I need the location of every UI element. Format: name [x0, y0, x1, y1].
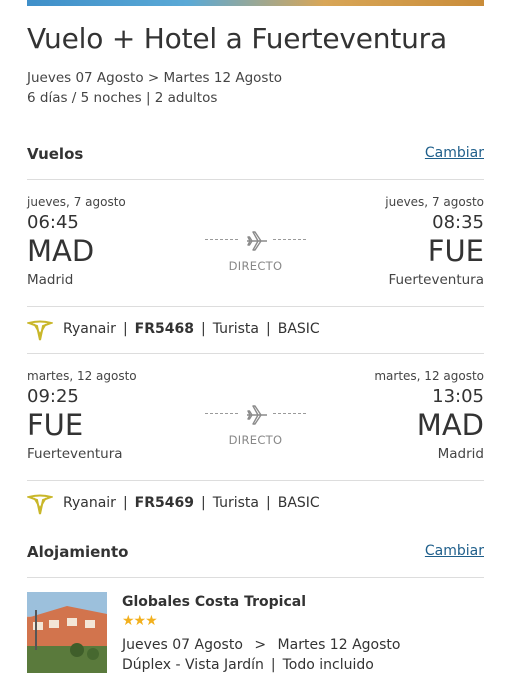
divider: [27, 179, 484, 180]
route-dash-right: [273, 239, 306, 240]
departure-city: Madrid: [27, 272, 74, 288]
departure-date: martes, 12 agosto: [27, 369, 137, 383]
route-dash-right: [273, 413, 306, 414]
divider: [27, 306, 484, 307]
check-out-date: Martes 12 Agosto: [277, 637, 401, 653]
header-banner-image: [27, 0, 484, 6]
departure-time: 06:45: [27, 212, 79, 233]
plane-icon: [247, 231, 267, 251]
arrival-date: martes, 12 agosto: [374, 369, 484, 383]
fare-type: BASIC: [277, 321, 320, 337]
cabin-class: Turista: [212, 495, 259, 511]
accommodation-section-title: Alojamiento: [27, 543, 129, 561]
arrival-city: Madrid: [437, 446, 484, 462]
hotel-stay-dates: Jueves 07 Agosto > Martes 12 Agosto: [122, 637, 400, 653]
page-title: Vuelo + Hotel a Fuerteventura: [27, 22, 447, 55]
arrival-date: jueves, 7 agosto: [385, 195, 484, 209]
flight-number: FR5469: [134, 495, 194, 511]
change-flights-link[interactable]: Cambiar: [425, 145, 484, 161]
arrival-airport-code: MAD: [416, 408, 484, 442]
hotel-room-details: Dúplex - Vista Jardín | Todo incluido: [122, 657, 374, 673]
divider: [27, 353, 484, 354]
cabin-class: Turista: [212, 321, 259, 337]
hotel-photo-illustration: [27, 592, 107, 673]
arrival-time: 13:05: [432, 386, 484, 407]
flight-number: FR5468: [134, 321, 194, 337]
direct-flight-label: DIRECTO: [228, 259, 283, 273]
departure-airport-code: MAD: [27, 234, 95, 268]
board-type: Todo incluido: [282, 657, 374, 673]
trip-dates: Jueves 07 Agosto > Martes 12 Agosto: [27, 70, 282, 86]
plane-icon: [247, 405, 267, 425]
departure-date: jueves, 7 agosto: [27, 195, 126, 209]
room-type: Dúplex - Vista Jardín: [122, 657, 264, 673]
departure-time: 09:25: [27, 386, 79, 407]
departure-airport-code: FUE: [27, 408, 84, 442]
airline-name: Ryanair: [63, 321, 116, 337]
ryanair-logo-icon: [27, 320, 53, 341]
hotel-star-rating: ★★★: [122, 613, 158, 629]
direct-flight-label: DIRECTO: [228, 433, 283, 447]
divider: [27, 480, 484, 481]
hotel-name[interactable]: Globales Costa Tropical: [122, 594, 306, 610]
arrival-time: 08:35: [432, 212, 484, 233]
route-dash-left: [205, 239, 238, 240]
change-accommodation-link[interactable]: Cambiar: [425, 543, 484, 559]
arrival-airport-code: FUE: [427, 234, 484, 268]
arrival-city: Fuerteventura: [388, 272, 484, 288]
hotel-photo[interactable]: [27, 592, 107, 673]
trip-summary: 6 días / 5 noches | 2 adultos: [27, 90, 218, 106]
check-in-date: Jueves 07 Agosto: [122, 637, 243, 653]
ryanair-logo-icon: [27, 494, 53, 515]
departure-city: Fuerteventura: [27, 446, 123, 462]
date-arrow: >: [254, 637, 267, 653]
airline-name: Ryanair: [63, 495, 116, 511]
divider: [27, 577, 484, 578]
flights-section-title: Vuelos: [27, 145, 84, 163]
fare-type: BASIC: [277, 495, 320, 511]
route-dash-left: [205, 413, 238, 414]
